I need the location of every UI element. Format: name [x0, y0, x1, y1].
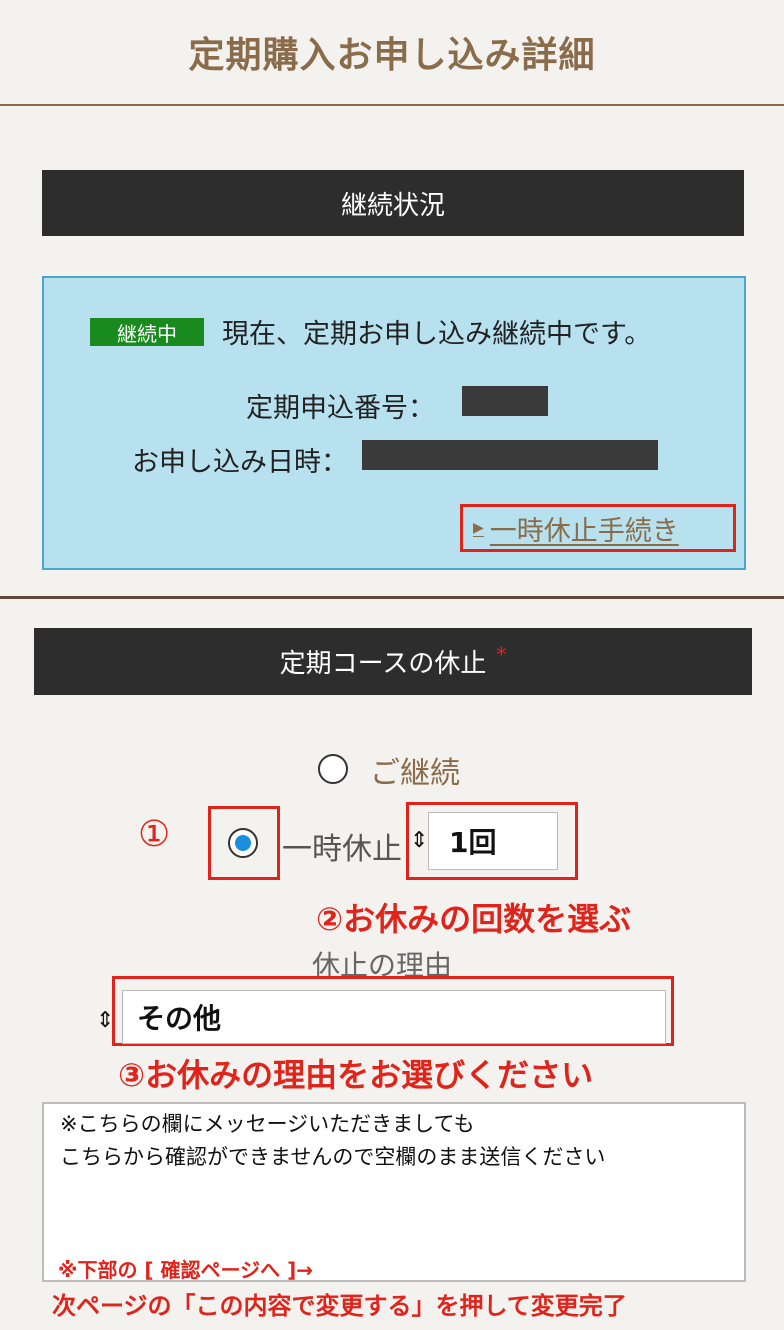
memo-note-2: 次ページの「この内容で変更する」を押して変更完了 [52, 1292, 627, 1320]
step2-instruction: ②お休みの回数を選ぶ [316, 900, 632, 938]
step3-instruction: ③お休みの理由をお選びください [118, 1056, 594, 1094]
radio-pause[interactable] [228, 828, 258, 858]
memo-line-1: ※こちらの欄にメッセージいただきましても [60, 1112, 475, 1136]
radio-selected-dot [235, 835, 251, 851]
redacted-order-date [362, 440, 658, 470]
radio-continue[interactable] [318, 754, 348, 784]
pause-count-select[interactable]: 1回 [428, 812, 558, 870]
status-badge: 継続中 [90, 318, 204, 346]
status-message: 現在、定期お申し込み継続中です。 [222, 319, 652, 350]
radio-continue-label[interactable]: ご継続 [370, 748, 460, 792]
page-title: 定期購入お申し込み詳細 [0, 0, 784, 106]
section-divider [0, 596, 784, 599]
pause-section-header: 定期コースの休止 * [34, 628, 752, 695]
order-number-label: 定期申込番号： [246, 393, 435, 424]
required-mark: * [496, 641, 507, 666]
step1-marker: ① [138, 814, 171, 855]
radio-pause-label[interactable]: 一時休止 [282, 824, 402, 868]
memo-line-2: こちらから確認ができませんので空欄のまま送信ください [60, 1144, 606, 1169]
triangle-right-icon: ▶ [473, 520, 484, 536]
status-box: 継続中 現在、定期お申し込み継続中です。 定期申込番号： お申し込み日時： ▶ … [42, 276, 746, 570]
pause-link-label: 一時休止手続き [489, 515, 679, 547]
pause-section-title: 定期コースの休止 [279, 649, 487, 679]
select-arrows-icon: ⇕ [410, 828, 429, 853]
pause-reason-select[interactable]: その他 [122, 990, 666, 1044]
status-section-header: 継続状況 [42, 170, 744, 236]
pause-procedure-link[interactable]: ▶ 一時休止手続き [460, 504, 736, 552]
redacted-order-number [462, 386, 548, 416]
select-arrows-icon: ⇕ [96, 1008, 115, 1033]
order-date-label: お申し込み日時： [132, 447, 348, 478]
memo-note-1: ※下部の [ 確認ページへ ]→ [58, 1258, 313, 1282]
